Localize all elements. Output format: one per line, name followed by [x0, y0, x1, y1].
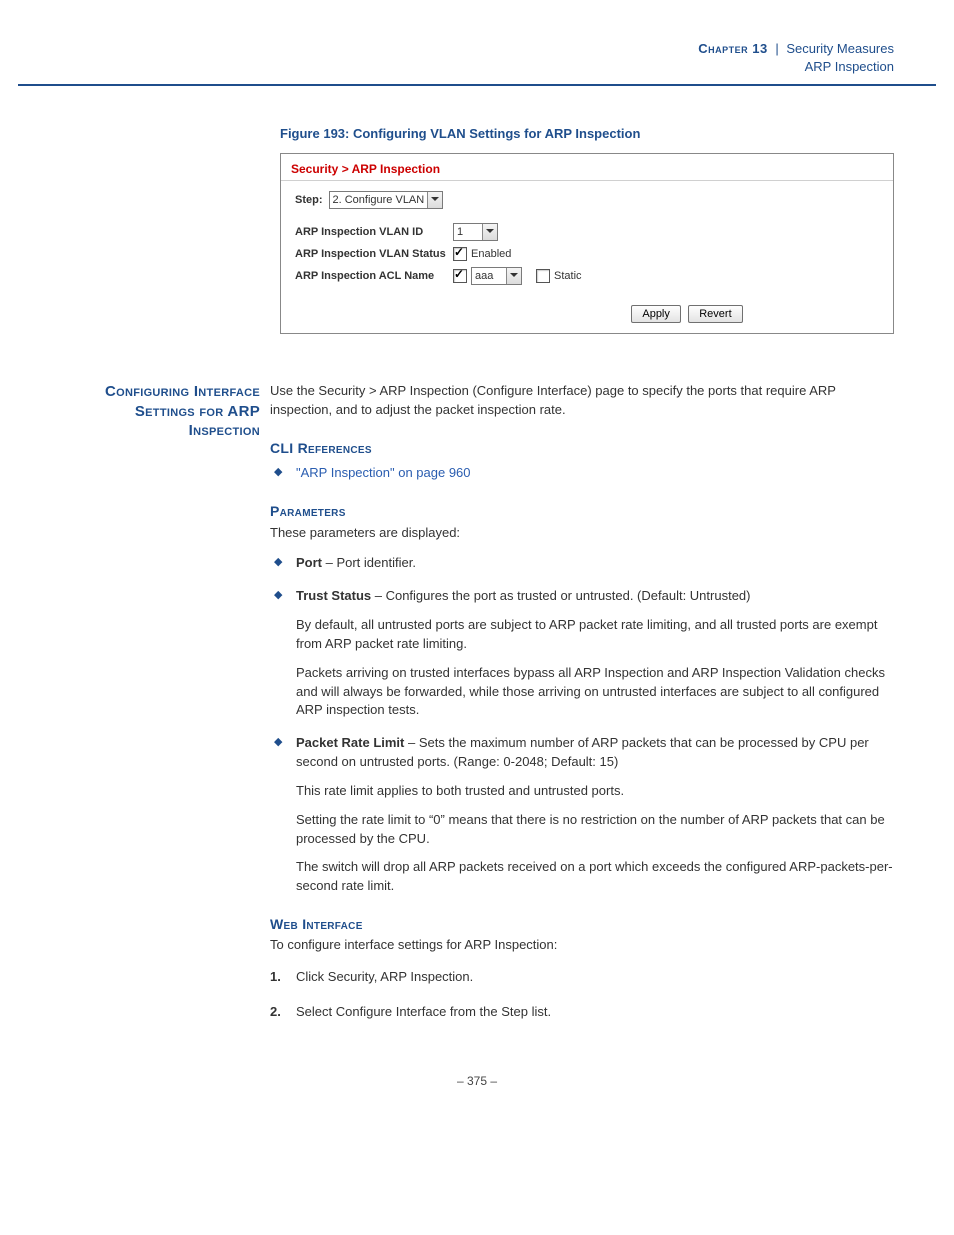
param-packet-rate-limit: Packet Rate Limit – Sets the maximum num…: [270, 734, 894, 896]
parameters-intro: These parameters are displayed:: [270, 524, 894, 543]
step-select[interactable]: 2. Configure VLAN: [329, 191, 444, 209]
acl-name-select[interactable]: aaa: [471, 267, 522, 285]
page-number: – 375 –: [60, 1074, 894, 1088]
parameters-heading: Parameters: [270, 501, 894, 521]
vlan-status-checkbox[interactable]: [453, 247, 467, 261]
step-2: Select Configure Interface from the Step…: [270, 1003, 894, 1022]
cli-reference-link[interactable]: "ARP Inspection" on page 960: [296, 465, 471, 480]
section-body: Use the Security > ARP Inspection (Confi…: [270, 382, 894, 1038]
param-port: Port – Port identifier.: [270, 554, 894, 573]
cli-reference-item: "ARP Inspection" on page 960: [270, 464, 894, 483]
chapter-subtitle: ARP Inspection: [805, 59, 894, 74]
page-header: Chapter 13 | Security Measures ARP Inspe…: [0, 0, 954, 84]
cli-references-heading: CLI References: [270, 438, 894, 458]
vlan-status-text: Enabled: [471, 248, 511, 260]
chapter-label: Chapter 13: [698, 41, 767, 56]
apply-button[interactable]: Apply: [631, 305, 681, 323]
chapter-title: Security Measures: [786, 41, 894, 56]
intro-paragraph: Use the Security > ARP Inspection (Confi…: [270, 382, 894, 420]
acl-enable-checkbox[interactable]: [453, 269, 467, 283]
param-trust-status: Trust Status – Configures the port as tr…: [270, 587, 894, 720]
figure-breadcrumb: Security > ARP Inspection: [281, 154, 893, 181]
static-label: Static: [554, 270, 582, 282]
step-1: Click Security, ARP Inspection.: [270, 968, 894, 987]
section-side-heading: Configuring Interface Settings for ARP I…: [60, 382, 270, 1038]
static-checkbox[interactable]: [536, 269, 550, 283]
vlan-status-label: ARP Inspection VLAN Status: [295, 248, 453, 260]
acl-name-label: ARP Inspection ACL Name: [295, 270, 453, 282]
web-interface-heading: Web Interface: [270, 914, 894, 934]
step-label: Step:: [295, 194, 323, 206]
figure-caption: Figure 193: Configuring VLAN Settings fo…: [280, 126, 894, 141]
revert-button[interactable]: Revert: [688, 305, 742, 323]
separator: |: [771, 41, 782, 56]
web-interface-intro: To configure interface settings for ARP …: [270, 936, 894, 955]
vlan-id-label: ARP Inspection VLAN ID: [295, 226, 453, 238]
figure-screenshot: Security > ARP Inspection Step: 2. Confi…: [280, 153, 894, 334]
vlan-id-select[interactable]: 1: [453, 223, 498, 241]
